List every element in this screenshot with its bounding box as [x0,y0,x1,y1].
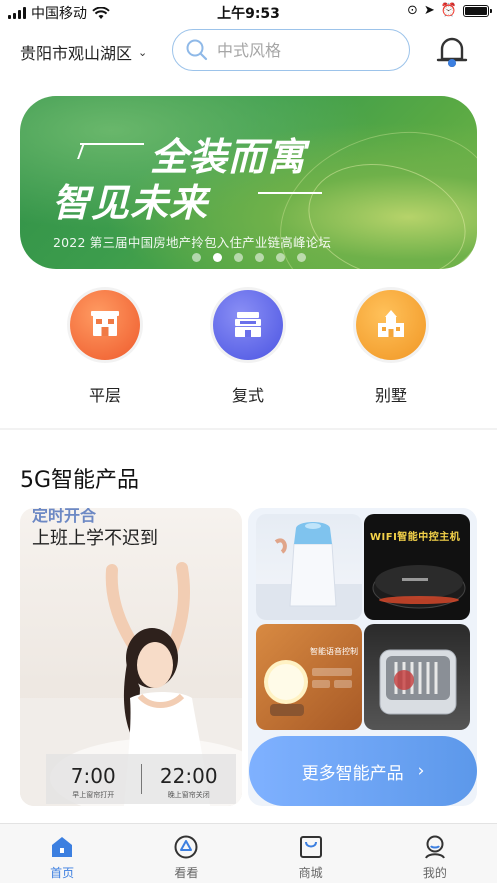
header: 贵阳市观山湖区 ⌄ [0,28,497,74]
carousel-dot[interactable] [254,253,264,262]
category-row: 平层 复式 别墅 [0,290,497,410]
open-time: 7:00 [70,764,116,788]
bottom-tab-bar: 首页 看看 商城 我的 [0,823,497,883]
tab-discover[interactable]: 看看 [124,824,248,883]
category-label: 复式 [231,386,264,405]
duplex-icon [213,290,283,360]
tab-profile[interactable]: 我的 [373,824,497,883]
chevron-right-icon: › [417,761,425,781]
more-products-label: 更多智能产品 [301,763,404,784]
close-time-label: 晚上窗帘关闭 [167,791,210,799]
home-icon [52,837,73,857]
carousel-indicator [20,253,477,262]
chevron-down-icon: ⌄ [138,45,148,59]
tab-label: 我的 [422,866,447,880]
smart-lamp-image [264,660,352,716]
search-input[interactable] [217,40,397,60]
close-time: 22:00 [159,764,218,788]
tab-home[interactable]: 首页 [0,824,124,883]
status-bar: 中国移动 上午9:53 ⊙ ➤ ⏰ [0,0,497,24]
category-villa[interactable]: 别墅 [346,290,436,406]
product-humidifier[interactable] [256,514,362,620]
humidifier-image [256,522,362,620]
product-dish-dryer[interactable] [364,624,470,730]
carousel-dot-active[interactable] [212,253,222,262]
tab-label: 看看 [174,866,199,880]
dish-dryer-image [379,649,457,715]
product-wifi-hub[interactable]: WIFI智能中控主机 [364,514,470,620]
product-lamp-label: 智能语音控制 [310,647,358,656]
banner-title-line2: 智见未来 [52,181,209,225]
category-flat[interactable]: 平层 [60,290,150,406]
product-smart-lamp[interactable]: 智能语音控制 [256,624,362,730]
banner-subtitle: 2022 第三届中国房地产拎包入住产业链高峰论坛 [53,235,332,250]
tab-label: 商城 [298,866,323,880]
card-headline: 上班上学不迟到 [32,528,158,549]
flat-house-icon [70,290,140,360]
smart-curtain-card[interactable]: 定时开合 上班上学不迟到 7:00 早上窗帘打开 22:00 晚上窗帘关闭 [20,508,242,806]
carousel-dot[interactable] [275,253,285,262]
notification-bell-icon[interactable] [432,32,472,72]
carousel-dot[interactable] [191,253,201,262]
category-duplex[interactable]: 复式 [203,290,293,406]
wifi-hub-image [372,565,466,609]
schedule-panel: 7:00 早上窗帘打开 22:00 晚上窗帘关闭 [46,754,236,804]
tab-shop[interactable]: 商城 [249,824,373,883]
location-arrow-icon: ➤ [423,3,435,18]
location-selector[interactable]: 贵阳市观山湖区 ⌄ [20,40,147,64]
search-icon [186,39,208,61]
category-label: 平层 [88,386,121,405]
section-title: 5G智能产品 [20,468,140,493]
tab-label: 首页 [50,866,75,880]
shop-icon [299,836,322,858]
orientation-lock-icon: ⊙ [407,3,418,18]
location-label: 贵阳市观山湖区 [20,44,133,63]
carousel-dot[interactable] [233,253,243,262]
search-bar[interactable] [172,29,410,71]
category-label: 别墅 [374,386,407,405]
discover-icon [174,835,198,859]
open-time-label: 早上窗帘打开 [72,791,115,799]
promo-banner[interactable]: 全装而寓 智见未来 2022 第三届中国房地产拎包入住产业链高峰论坛 [20,96,477,269]
villa-icon [356,290,426,360]
carousel-dot[interactable] [296,253,306,262]
more-smart-products-button[interactable]: 更多智能产品 › [249,736,477,806]
battery-icon [463,4,492,17]
alarm-icon: ⏰ [440,3,457,18]
smart-products-card: WIFI智能中控主机 智能语音控制 更多智能产品 › [248,508,477,806]
section-divider [0,428,497,430]
profile-icon [424,835,445,859]
